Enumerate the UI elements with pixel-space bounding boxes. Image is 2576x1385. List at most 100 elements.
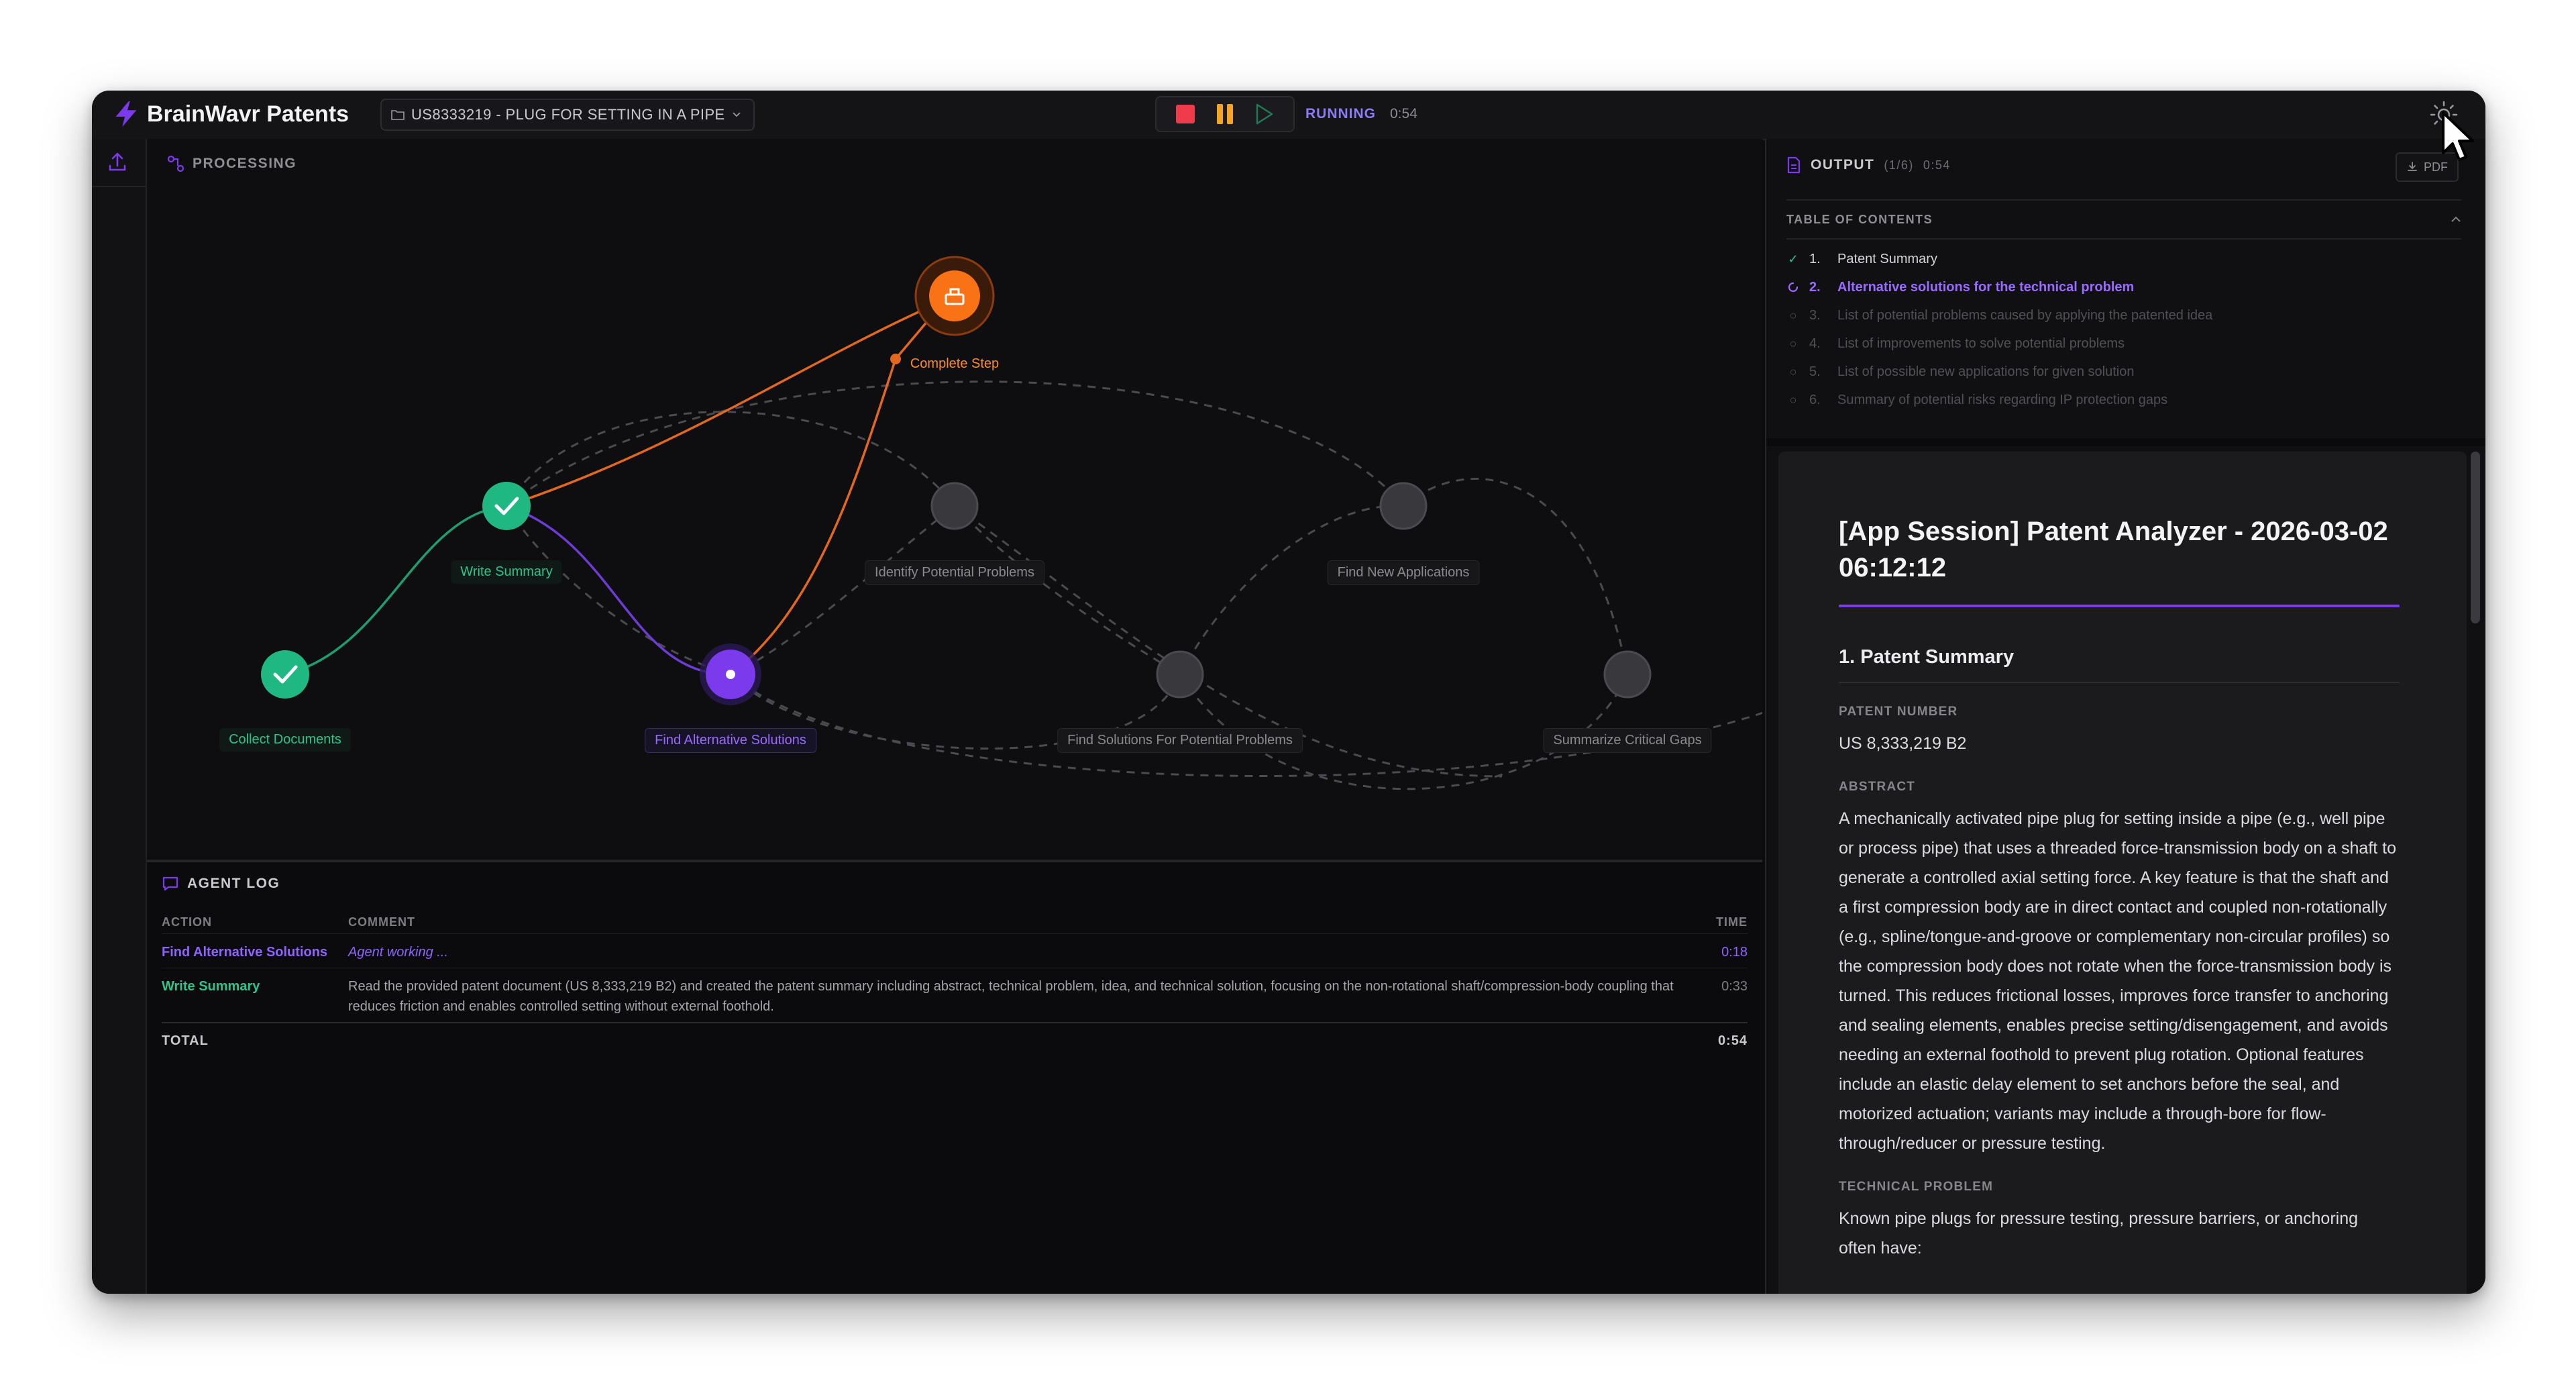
toc-number: 5. bbox=[1809, 364, 1821, 379]
stop-icon bbox=[1176, 105, 1195, 123]
pending-circle-icon: ○ bbox=[1789, 336, 1797, 350]
edge-write-to-findalt bbox=[505, 505, 731, 676]
toc-item[interactable]: ○ 3. List of potential problems caused b… bbox=[1786, 301, 2213, 329]
pending-circle-icon: ○ bbox=[1789, 364, 1797, 378]
node-write-summary[interactable] bbox=[482, 482, 531, 530]
processing-title: PROCESSING bbox=[193, 156, 297, 171]
technical-problem-label: TECHNICAL PROBLEM bbox=[1839, 1180, 1994, 1194]
toc-item[interactable]: 2. Alternative solutions for the technic… bbox=[1786, 273, 2212, 301]
label-write-summary: Write Summary bbox=[451, 560, 562, 584]
agent-log-panel: AGENT LOG ACTION COMMENT TIME Find Alter… bbox=[147, 860, 1762, 1294]
pause-icon bbox=[1216, 104, 1233, 124]
pending-circle-icon: ○ bbox=[1789, 393, 1797, 407]
document-icon bbox=[1787, 156, 1801, 174]
label-collect-documents: Collect Documents bbox=[219, 728, 351, 752]
toc-item[interactable]: ○ 4. List of improvements to solve poten… bbox=[1786, 329, 2212, 358]
document-selector-label: US8333219 - PLUG FOR SETTING IN A PIPE bbox=[411, 106, 725, 123]
node-identify-potential-problems[interactable] bbox=[930, 482, 979, 530]
output-time: 0:54 bbox=[1923, 158, 1951, 172]
lightning-logo-icon bbox=[115, 101, 137, 127]
document-selector[interactable]: US8333219 - PLUG FOR SETTING IN A PIPE bbox=[380, 99, 755, 131]
toc-number: 6. bbox=[1809, 392, 1821, 407]
table-row[interactable]: Write Summary Read the provided patent d… bbox=[162, 968, 1748, 1022]
edge-write-to-findalt-active bbox=[506, 505, 731, 676]
play-button[interactable] bbox=[1252, 102, 1277, 126]
output-document: [App Session] Patent Analyzer - 2026-03-… bbox=[1778, 452, 2467, 1294]
top-bar: BrainWavr Patents US8333219 - PLUG FOR S… bbox=[92, 91, 2485, 140]
toc-item[interactable]: ○ 5. List of possible new applications f… bbox=[1786, 358, 2212, 386]
label-complete-step: Complete Step bbox=[910, 356, 1000, 371]
toc-title: TABLE OF CONTENTS bbox=[1786, 212, 1933, 226]
edge-write-to-complete bbox=[506, 295, 955, 507]
chevron-down-icon bbox=[732, 112, 741, 117]
run-timer: 0:54 bbox=[1390, 106, 1417, 121]
processing-panel: PROCESSING Complete Step Write Summary C… bbox=[147, 139, 1762, 857]
app-title: BrainWavr Patents bbox=[147, 101, 350, 127]
toc-label: List of potential problems caused by app… bbox=[1837, 307, 2213, 323]
document-title: [App Session] Patent Analyzer - 2026-03-… bbox=[1839, 517, 2388, 582]
download-icon bbox=[2408, 162, 2417, 171]
chevron-up-icon[interactable] bbox=[2451, 215, 2461, 223]
upload-icon[interactable] bbox=[105, 150, 129, 174]
log-action: Write Summary bbox=[162, 979, 260, 994]
edge-handle-dot bbox=[890, 354, 901, 364]
label-find-solutions-for-problems: Find Solutions For Potential Problems bbox=[1057, 728, 1303, 753]
left-rail bbox=[92, 139, 147, 1294]
loading-spinner-icon bbox=[1788, 282, 1799, 293]
play-icon bbox=[1256, 103, 1273, 125]
technical-problem-text: Known pipe plugs for pressure testing, p… bbox=[1839, 1209, 2359, 1258]
log-total-time: 0:54 bbox=[1717, 1033, 1748, 1048]
label-summarize-critical-gaps: Summarize Critical Gaps bbox=[1543, 728, 1712, 753]
folder-icon bbox=[391, 110, 405, 120]
node-complete-step[interactable] bbox=[914, 256, 995, 336]
edge-findalt-to-identify bbox=[730, 505, 955, 676]
toc-number: 1. bbox=[1809, 251, 1821, 266]
toc-item[interactable]: ○ 6. Summary of potential risks regardin… bbox=[1786, 386, 2212, 414]
toc-label: Summary of potential risks regarding IP … bbox=[1837, 392, 2168, 407]
check-icon: ✓ bbox=[1788, 252, 1799, 266]
log-column-headers: ACTION COMMENT TIME bbox=[162, 911, 1748, 934]
toc-divider bbox=[1766, 438, 2485, 446]
toc-number: 2. bbox=[1809, 279, 1821, 295]
output-scrollbar[interactable] bbox=[2471, 452, 2480, 623]
node-collect-documents[interactable] bbox=[261, 650, 309, 699]
edge-findalt-to-gaps bbox=[730, 673, 1762, 777]
log-comment: Agent working ... bbox=[348, 945, 448, 960]
toc-list: ✓ 1. Patent Summary 2. Alternative solut… bbox=[1786, 245, 2212, 414]
node-find-alternative-solutions[interactable] bbox=[700, 644, 761, 705]
document-content: [App Session] Patent Analyzer - 2026-03-… bbox=[1839, 513, 2400, 1263]
toc-label: List of possible new applications for gi… bbox=[1837, 364, 2135, 379]
edge-collect-to-write bbox=[284, 505, 507, 676]
section-title: 1. Patent Summary bbox=[1839, 646, 2400, 683]
output-title: OUTPUT bbox=[1811, 157, 1875, 172]
pending-circle-icon: ○ bbox=[1789, 308, 1797, 322]
run-status: RUNNING bbox=[1305, 106, 1376, 121]
toc-label: Alternative solutions for the technical … bbox=[1837, 279, 2135, 295]
label-find-new-applications: Find New Applications bbox=[1327, 560, 1480, 585]
col-header-time: TIME bbox=[1716, 915, 1748, 929]
workflow-graph bbox=[261, 256, 1762, 790]
col-header-comment: COMMENT bbox=[348, 915, 415, 929]
abstract-label: ABSTRACT bbox=[1839, 780, 1916, 794]
agent-log-table: ACTION COMMENT TIME Find Alternative Sol… bbox=[162, 911, 1748, 1058]
toc-label: List of improvements to solve potential … bbox=[1837, 336, 2125, 351]
processing-header: PROCESSING bbox=[167, 155, 297, 172]
toc-item[interactable]: ✓ 1. Patent Summary bbox=[1786, 245, 2212, 273]
pause-button[interactable] bbox=[1213, 102, 1237, 126]
output-header: OUTPUT (1/6) 0:54 bbox=[1786, 156, 1951, 174]
log-total-row: TOTAL 0:54 bbox=[162, 1022, 1748, 1058]
toc-header[interactable]: TABLE OF CONTENTS bbox=[1786, 199, 2461, 240]
node-summarize-critical-gaps[interactable] bbox=[1603, 650, 1652, 699]
app-window: BrainWavr Patents US8333219 - PLUG FOR S… bbox=[92, 91, 2485, 1294]
toc-number: 4. bbox=[1809, 336, 1821, 351]
label-identify-potential-problems: Identify Potential Problems bbox=[865, 560, 1044, 585]
title-rule bbox=[1839, 605, 2400, 607]
agent-log-header: AGENT LOG bbox=[162, 876, 280, 892]
agent-log-title: AGENT LOG bbox=[187, 876, 280, 891]
patent-number-label: PATENT NUMBER bbox=[1839, 705, 1958, 719]
log-action: Find Alternative Solutions bbox=[162, 945, 328, 960]
node-find-solutions-for-problems[interactable] bbox=[1156, 650, 1204, 699]
node-find-new-applications[interactable] bbox=[1379, 482, 1428, 530]
table-row[interactable]: Find Alternative Solutions Agent working… bbox=[162, 934, 1748, 968]
stop-button[interactable] bbox=[1173, 102, 1197, 126]
